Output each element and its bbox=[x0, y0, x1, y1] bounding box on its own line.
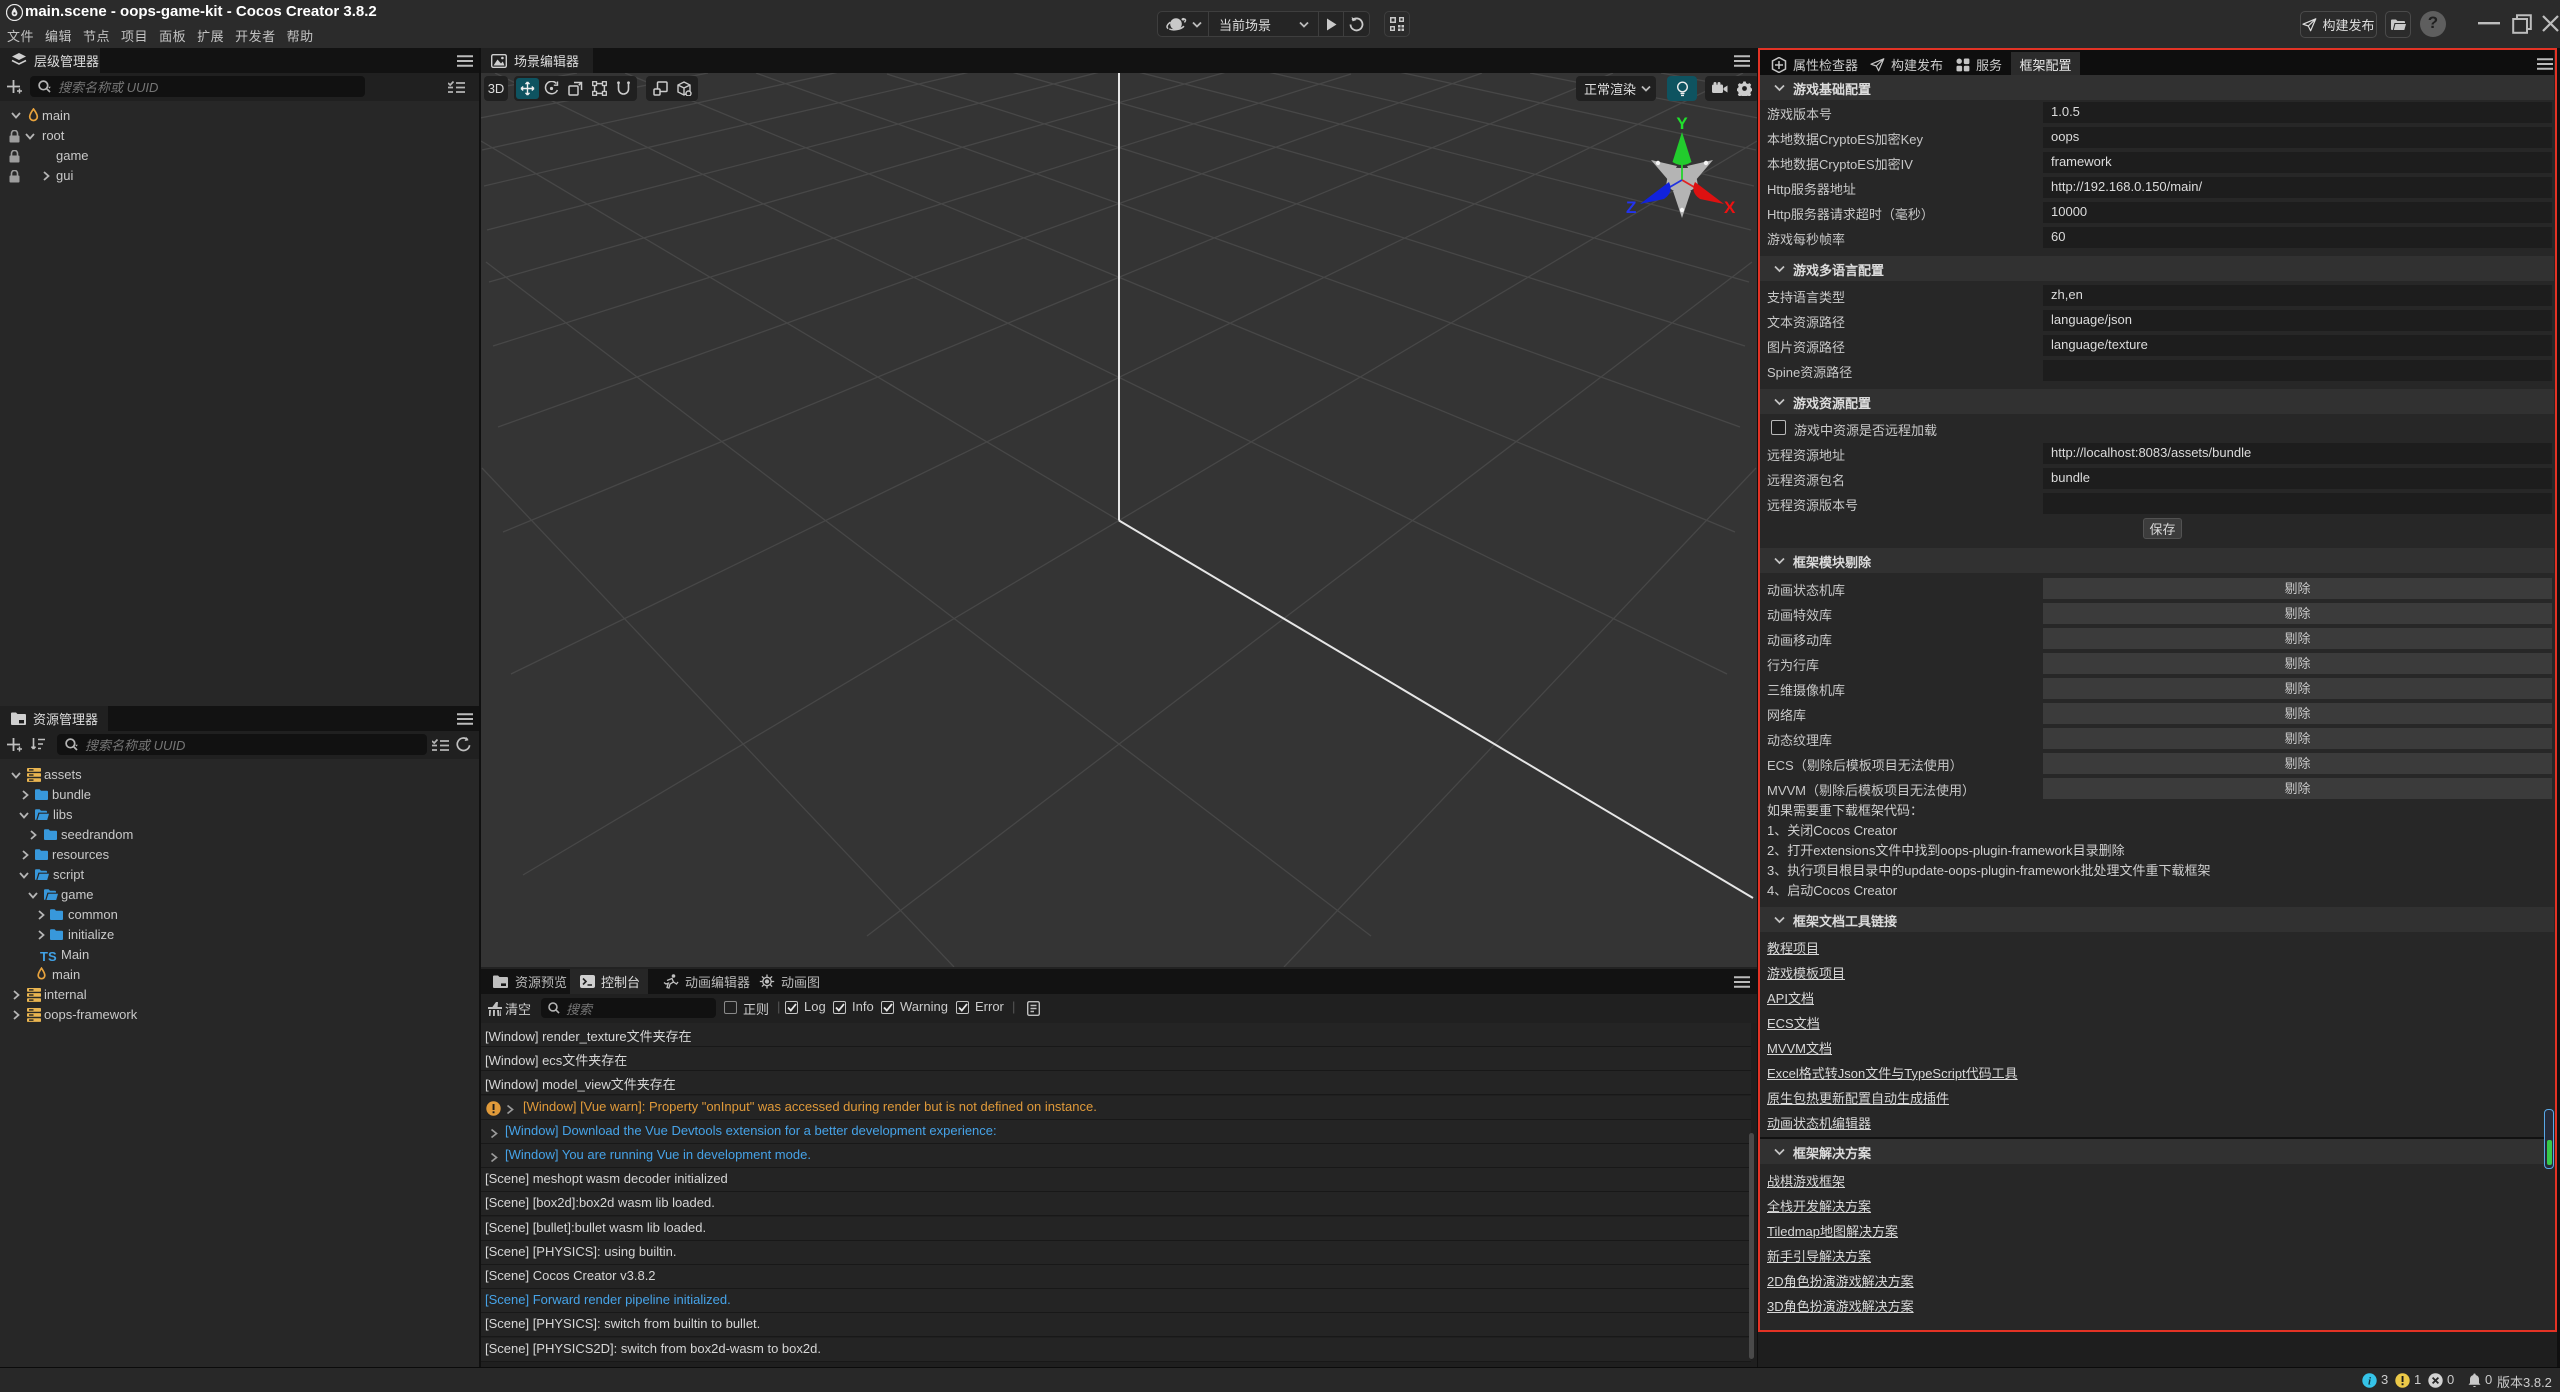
svg-text:Y: Y bbox=[1676, 114, 1688, 133]
svg-text:X: X bbox=[1724, 198, 1736, 217]
svg-text:Z: Z bbox=[1626, 198, 1636, 217]
